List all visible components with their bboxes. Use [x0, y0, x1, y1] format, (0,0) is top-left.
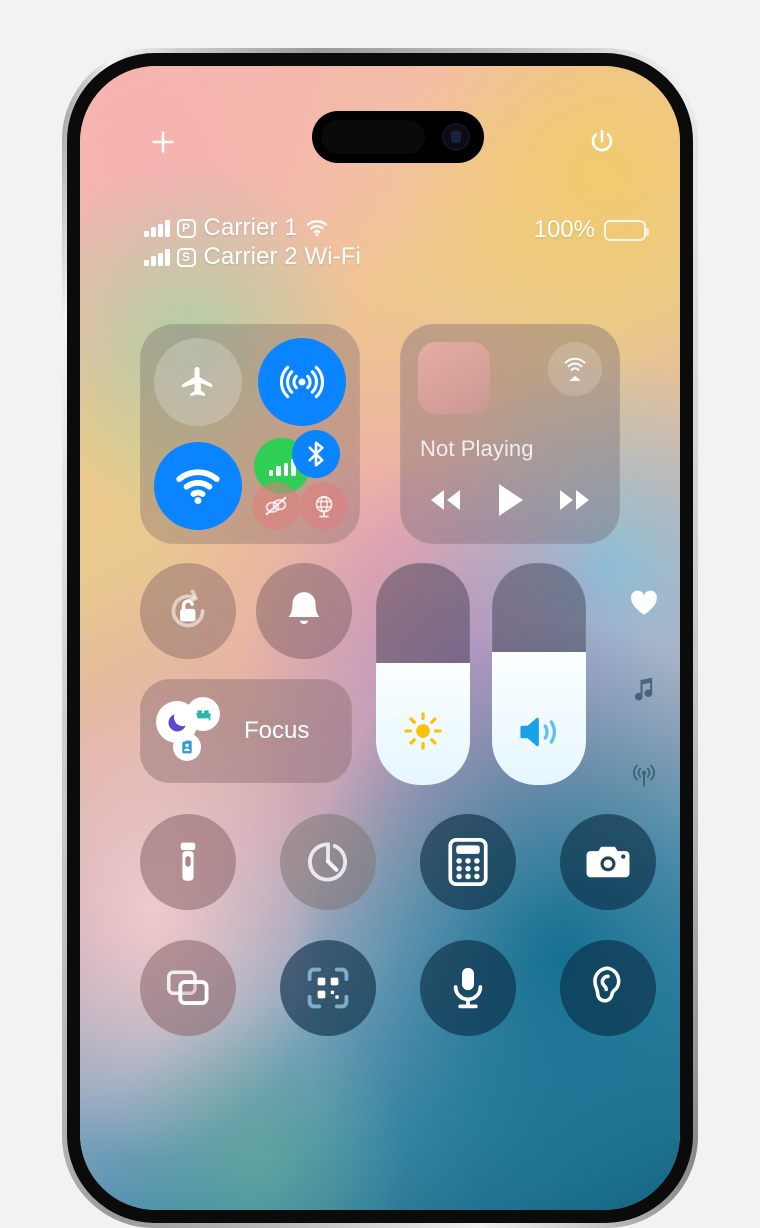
rewind-icon [431, 490, 460, 510]
music-note-icon [634, 677, 653, 701]
wifi-toggle[interactable] [154, 442, 242, 530]
connectivity-module[interactable] [140, 324, 360, 544]
timer-icon [307, 842, 348, 882]
calculator-button[interactable] [420, 814, 516, 910]
brightness-slider[interactable] [376, 563, 470, 785]
sun-icon [404, 712, 442, 750]
airplane-icon [182, 366, 213, 397]
app-shortcut-row-2 [140, 940, 656, 1036]
do-not-disturb-badge [156, 701, 198, 743]
airplay-icon [564, 357, 586, 381]
brightness-slider-glyph [376, 711, 470, 751]
ear-icon [593, 966, 621, 1003]
connectivity-page-button[interactable] [627, 758, 661, 792]
album-art [418, 342, 490, 414]
play-button[interactable] [481, 478, 539, 522]
control-center: Not Playing Focus [80, 66, 680, 1210]
focus-badges [156, 695, 234, 767]
speaker-wave-icon [520, 717, 556, 747]
moon-icon [168, 713, 186, 731]
phone-frame: P Carrier 1 S Carrier 2 Wi-Fi 100% Not P… [62, 48, 698, 1228]
app-shortcut-row-1 [140, 814, 656, 910]
focus-label: Focus [244, 717, 310, 744]
cellular-bars-icon [268, 457, 296, 476]
bluetooth-toggle[interactable] [292, 430, 340, 478]
airdrop-icon [280, 365, 324, 399]
bluetooth-icon [308, 441, 324, 467]
camera-icon [586, 846, 630, 878]
now-playing-title: Not Playing [420, 436, 534, 461]
play-icon [499, 484, 523, 516]
wifi-icon [176, 469, 220, 505]
forward-icon [560, 490, 589, 510]
forward-button[interactable] [545, 478, 603, 522]
qr-code-icon [307, 967, 349, 1009]
voice-memo-button[interactable] [420, 940, 516, 1036]
volume-slider-glyph [492, 713, 586, 751]
airplay-button[interactable] [548, 342, 602, 396]
rotation-lock-toggle[interactable] [140, 563, 236, 659]
satellite-toggle[interactable] [252, 482, 300, 530]
globe-vpn-icon [315, 495, 333, 518]
favorites-page-button[interactable] [627, 586, 661, 620]
camera-button[interactable] [560, 814, 656, 910]
rewind-button[interactable] [417, 478, 475, 522]
microphone-icon [453, 967, 483, 1009]
heart-icon [631, 590, 657, 615]
volume-slider[interactable] [492, 563, 586, 785]
airdrop-toggle[interactable] [258, 338, 346, 426]
focus-module[interactable]: Focus [140, 679, 352, 783]
media-controls [400, 478, 620, 522]
timer-button[interactable] [280, 814, 376, 910]
broadcast-icon [633, 764, 655, 787]
screen-mirroring-icon [167, 970, 209, 1005]
ringer-toggle[interactable] [256, 563, 352, 659]
airplane-mode-toggle[interactable] [154, 338, 242, 426]
media-page-button[interactable] [627, 672, 661, 706]
flashlight-icon [180, 842, 196, 881]
bell-icon [288, 592, 320, 624]
rotation-lock-icon [171, 589, 205, 628]
flashlight-button[interactable] [140, 814, 236, 910]
hearing-button[interactable] [560, 940, 656, 1036]
satellite-slash-icon [265, 496, 287, 516]
qr-scanner-button[interactable] [280, 940, 376, 1036]
vpn-toggle[interactable] [300, 482, 348, 530]
page-rail [618, 586, 670, 792]
media-player-module[interactable]: Not Playing [400, 324, 620, 544]
phone-bezel: P Carrier 1 S Carrier 2 Wi-Fi 100% Not P… [67, 53, 693, 1223]
phone-screen: P Carrier 1 S Carrier 2 Wi-Fi 100% Not P… [80, 66, 680, 1210]
calculator-icon [448, 838, 488, 886]
screen-mirroring-button[interactable] [140, 940, 236, 1036]
